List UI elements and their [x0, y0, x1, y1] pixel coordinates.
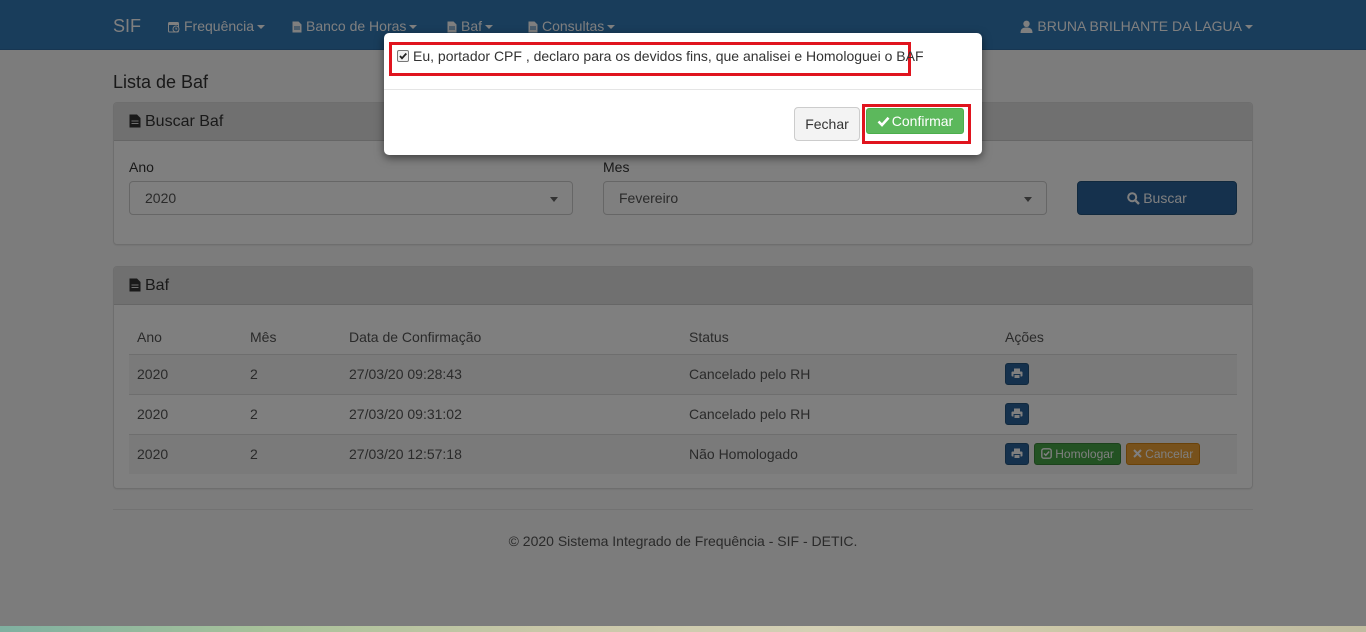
check-icon — [877, 116, 890, 127]
declaration-checkbox-label[interactable]: Eu, portador CPF , declaro para os devid… — [389, 42, 924, 76]
modal-body: Eu, portador CPF , declaro para os devid… — [384, 33, 982, 90]
confirm-highlight: Confirmar — [862, 104, 971, 144]
declaration-text: Eu, portador CPF , declaro para os devid… — [413, 48, 924, 64]
desktop-strip — [0, 626, 1366, 632]
confirm-modal: Eu, portador CPF , declaro para os devid… — [384, 33, 982, 155]
close-button[interactable]: Fechar — [794, 107, 860, 141]
confirm-button[interactable]: Confirmar — [866, 108, 964, 134]
confirm-button-label: Confirmar — [891, 113, 954, 129]
declaration-checkbox[interactable] — [397, 50, 409, 62]
checkmark-icon — [399, 52, 407, 60]
